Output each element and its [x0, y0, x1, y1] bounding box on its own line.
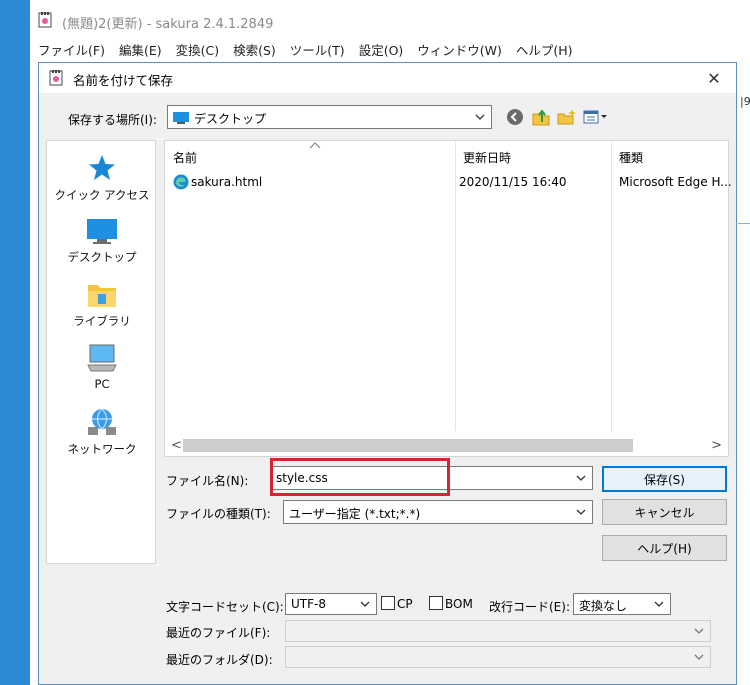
menu-help[interactable]: ヘルプ(H) — [508, 40, 579, 62]
cp-checkbox[interactable] — [381, 596, 395, 610]
newline-select[interactable]: 変換なし — [573, 593, 671, 615]
highlight-annotation — [270, 458, 450, 496]
recent-files-label: 最近のファイル(F): — [166, 626, 271, 640]
bom-label: BOM — [445, 597, 473, 611]
places-bar: クイック アクセス デスクトップ ライブラリ PC ネットワーク — [46, 140, 156, 564]
place-quick-access[interactable]: クイック アクセス — [47, 153, 157, 203]
charset-select[interactable]: UTF-8 — [285, 593, 377, 615]
pc-icon — [87, 344, 117, 372]
save-location-label: 保存する場所(I): — [68, 113, 157, 127]
file-name: sakura.html — [191, 175, 263, 189]
menu-settings[interactable]: 設定(O) — [351, 40, 410, 62]
scroll-thumb[interactable] — [183, 439, 633, 452]
desktop-small-icon — [173, 112, 189, 127]
close-button[interactable]: ✕ — [692, 63, 736, 93]
menu-tools[interactable]: ツール(T) — [282, 40, 351, 62]
editor-titlebar: (無題)2(更新) - sakura 2.4.1.2849 — [30, 0, 750, 40]
charset-value: UTF-8 — [291, 597, 326, 611]
menu-search[interactable]: 検索(S) — [225, 40, 282, 62]
column-header-name[interactable]: 名前 — [173, 149, 197, 166]
scroll-right-icon[interactable]: > — [711, 438, 722, 453]
cancel-button[interactable]: キャンセル — [602, 499, 727, 525]
star-icon — [89, 155, 115, 180]
save-location-value: デスクトップ — [194, 112, 267, 126]
new-folder-button[interactable] — [557, 107, 577, 127]
place-library[interactable]: ライブラリ — [47, 281, 157, 329]
back-icon — [507, 109, 523, 125]
chevron-down-icon — [654, 601, 664, 607]
file-row[interactable]: sakura.html 2020/11/15 16:40 Microsoft E… — [169, 171, 732, 193]
filetype-combo[interactable]: ユーザー指定 (*.txt;*.*) — [283, 500, 593, 524]
sort-caret-icon — [309, 142, 321, 149]
place-network[interactable]: ネットワーク — [47, 407, 157, 457]
filetype-value: ユーザー指定 (*.txt;*.*) — [289, 507, 421, 521]
menu-edit[interactable]: 編集(E) — [111, 40, 168, 62]
charset-label: 文字コードセット(C): — [166, 600, 284, 614]
file-list[interactable]: 名前 更新日時 種類 sakura.html 2020/11/15 16:40 … — [164, 140, 732, 457]
help-button[interactable]: ヘルプ(H) — [602, 535, 727, 561]
save-button[interactable]: 保存(S) — [602, 466, 727, 492]
edge-icon — [173, 174, 189, 190]
file-type: Microsoft Edge H... — [619, 175, 732, 189]
menu-file[interactable]: ファイル(F) — [30, 40, 111, 62]
editor-menubar: ファイル(F) 編集(E) 変換(C) 検索(S) ツール(T) 設定(O) ウ… — [30, 40, 579, 62]
back-button[interactable] — [506, 107, 524, 127]
recent-files-combo[interactable] — [285, 620, 711, 642]
new-folder-icon — [557, 109, 576, 125]
sakura-app-icon — [38, 12, 54, 31]
recent-folders-label: 最近のフォルダ(D): — [166, 653, 273, 667]
chevron-down-icon — [475, 114, 485, 120]
up-folder-icon — [532, 109, 550, 126]
view-menu-icon — [583, 110, 607, 124]
dialog-titlebar: 名前を付けて保存 ✕ — [39, 63, 736, 93]
library-icon — [88, 285, 116, 307]
scroll-left-icon[interactable]: < — [171, 438, 182, 453]
chevron-down-icon — [694, 628, 704, 634]
chevron-down-icon — [576, 509, 586, 515]
chevron-down-icon — [360, 601, 370, 607]
menu-window[interactable]: ウィンドウ(W) — [409, 40, 508, 62]
newline-label: 改行コード(E): — [489, 600, 570, 614]
place-desktop[interactable]: デスクトップ — [47, 217, 157, 265]
up-folder-button[interactable] — [531, 107, 551, 127]
column-header-modified[interactable]: 更新日時 — [463, 149, 511, 166]
filename-label: ファイル名(N): — [166, 474, 249, 488]
recent-folders-combo[interactable] — [285, 646, 711, 668]
bom-checkbox[interactable] — [429, 596, 443, 610]
chevron-down-icon[interactable] — [575, 472, 587, 484]
dialog-title: 名前を付けて保存 — [73, 73, 174, 88]
chevron-down-icon — [694, 654, 704, 660]
place-pc[interactable]: PC — [47, 343, 157, 391]
desktop-icon — [87, 219, 117, 244]
network-icon — [88, 408, 116, 435]
horizontal-scrollbar[interactable]: < > — [165, 435, 728, 456]
save-as-dialog: 名前を付けて保存 ✕ 保存する場所(I): デスクトップ クイック アクセス デ… — [38, 62, 737, 685]
newline-value: 変換なし — [579, 599, 628, 613]
file-modified: 2020/11/15 16:40 — [459, 175, 567, 189]
column-header-type[interactable]: 種類 — [619, 149, 643, 166]
view-menu-button[interactable] — [583, 107, 611, 127]
filetype-label: ファイルの種類(T): — [166, 507, 271, 521]
cp-label: CP — [397, 597, 413, 611]
menu-convert[interactable]: 変換(C) — [168, 40, 225, 62]
ruler-line — [738, 223, 750, 224]
save-location-combo[interactable]: デスクトップ — [167, 105, 492, 129]
editor-title: (無題)2(更新) - sakura 2.4.1.2849 — [62, 17, 274, 32]
editor-ruler-edge: |9 — [738, 95, 750, 685]
ruler-text: |9 — [740, 95, 750, 108]
sakura-dialog-icon — [49, 70, 65, 89]
close-icon: ✕ — [707, 68, 721, 88]
